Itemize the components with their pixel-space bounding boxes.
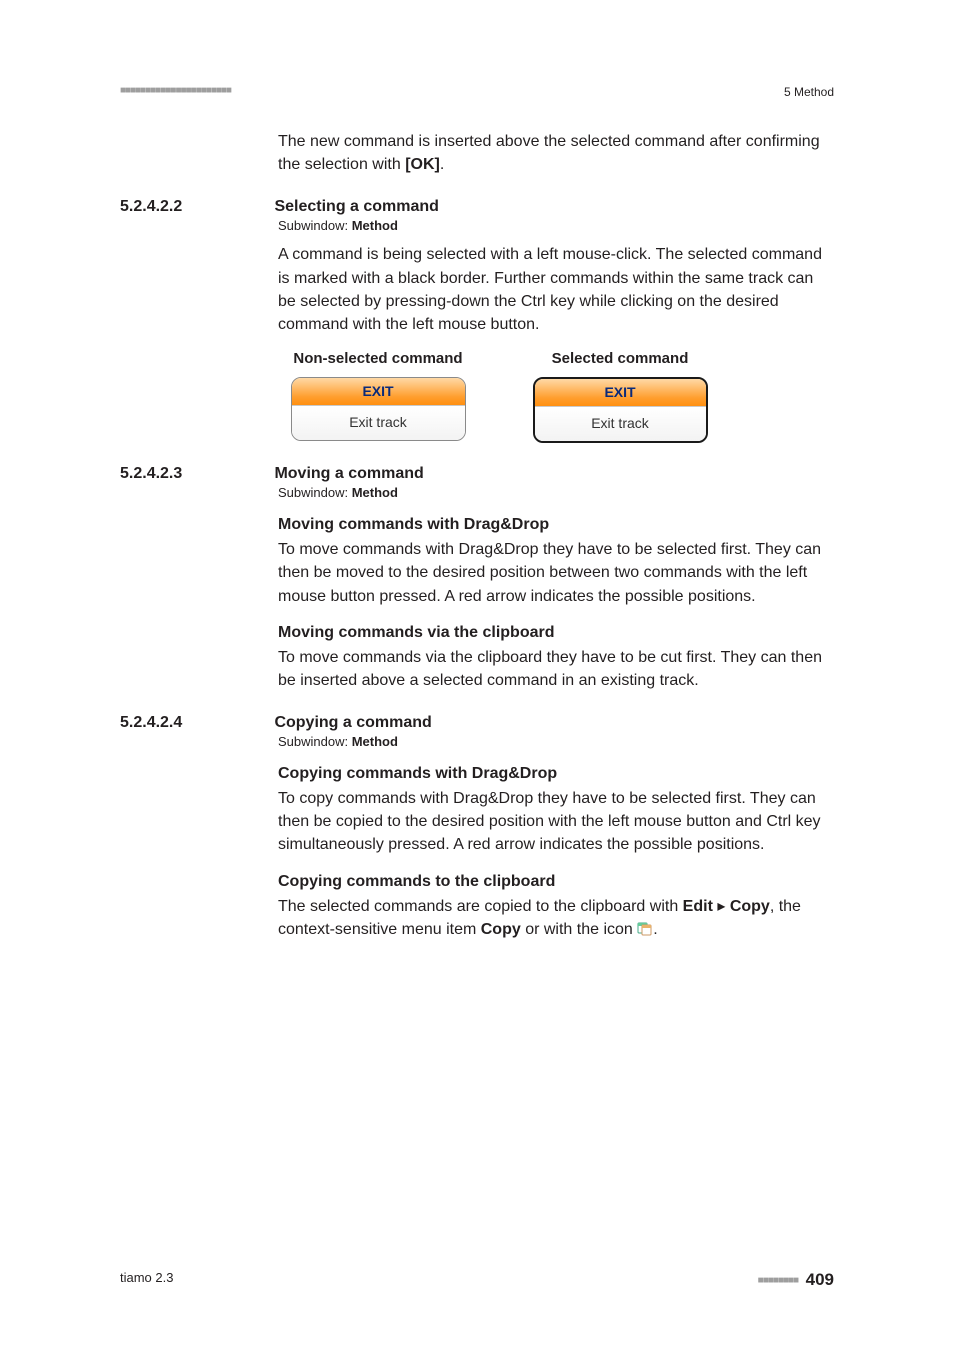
moving-dragdrop-paragraph: To move commands with Drag&Drop they hav… — [278, 538, 834, 608]
header-chapter: 5 Method — [784, 85, 834, 99]
command-top-label: EXIT — [535, 379, 706, 406]
command-bottom-label: Exit track — [292, 405, 465, 440]
selected-command-box: EXIT Exit track — [533, 377, 708, 443]
context-copy-label: Copy — [481, 921, 521, 938]
section-title: Copying a command — [274, 714, 431, 732]
page-header: ■■■■■■■■■■■■■■■■■■■■■■ 5 Method — [120, 85, 834, 99]
nonselected-command-box: EXIT Exit track — [291, 377, 466, 441]
section-heading-selecting: 5.2.4.2.2 Selecting a command — [120, 198, 834, 216]
command-col-nonselected: Non-selected command EXIT Exit track — [278, 350, 478, 443]
section-number: 5.2.4.2.2 — [120, 198, 270, 216]
section-heading-moving: 5.2.4.2.3 Moving a command — [120, 465, 834, 483]
copying-dragdrop-paragraph: To copy commands with Drag&Drop they hav… — [278, 787, 834, 857]
copying-clipboard-paragraph: The selected commands are copied to the … — [278, 895, 834, 941]
menu-copy-label: Copy — [730, 898, 770, 915]
subwindow-line-1: Subwindow: Method — [278, 218, 834, 233]
copy-icon — [637, 920, 653, 934]
subwindow-value: Method — [352, 218, 398, 233]
menu-edit-label: Edit — [683, 898, 713, 915]
selecting-paragraph: A command is being selected with a left … — [278, 243, 834, 336]
section-number: 5.2.4.2.4 — [120, 714, 270, 732]
moving-clipboard-heading: Moving commands via the clipboard — [278, 624, 834, 642]
subwindow-value: Method — [352, 734, 398, 749]
subwindow-label: Subwindow: — [278, 218, 352, 233]
command-top-label: EXIT — [292, 378, 465, 405]
footer-product: tiamo 2.3 — [120, 1270, 173, 1285]
header-stripes: ■■■■■■■■■■■■■■■■■■■■■■ — [120, 85, 231, 96]
command-col-selected: Selected command EXIT Exit track — [520, 350, 720, 443]
copy-text-1: The selected commands are copied to the … — [278, 898, 683, 915]
copy-text-3: or with the icon — [521, 921, 638, 938]
section-title: Selecting a command — [274, 198, 439, 216]
subwindow-line-3: Subwindow: Method — [278, 734, 834, 749]
moving-clipboard-paragraph: To move commands via the clipboard they … — [278, 646, 834, 692]
section-heading-copying: 5.2.4.2.4 Copying a command — [120, 714, 834, 732]
selected-header: Selected command — [520, 350, 720, 367]
intro-text-2: . — [440, 156, 444, 173]
command-comparison-row: Non-selected command EXIT Exit track Sel… — [278, 350, 834, 443]
subwindow-line-2: Subwindow: Method — [278, 485, 834, 500]
menu-separator: ▸ — [713, 898, 730, 915]
section-number: 5.2.4.2.3 — [120, 465, 270, 483]
moving-dragdrop-heading: Moving commands with Drag&Drop — [278, 516, 834, 534]
section-title: Moving a command — [274, 465, 423, 483]
footer-page-number: 409 — [806, 1270, 834, 1289]
copying-clipboard-heading: Copying commands to the clipboard — [278, 873, 834, 891]
page-footer: tiamo 2.3 ■■■■■■■■ 409 — [120, 1270, 834, 1290]
copying-dragdrop-heading: Copying commands with Drag&Drop — [278, 765, 834, 783]
intro-paragraph: The new command is inserted above the se… — [278, 130, 834, 176]
intro-text-1: The new command is inserted above the se… — [278, 133, 820, 173]
command-bottom-label: Exit track — [535, 406, 706, 441]
intro-ok-label: [OK] — [405, 156, 440, 173]
subwindow-label: Subwindow: — [278, 734, 352, 749]
nonselected-header: Non-selected command — [278, 350, 478, 367]
subwindow-label: Subwindow: — [278, 485, 352, 500]
subwindow-value: Method — [352, 485, 398, 500]
footer-stripes: ■■■■■■■■ — [758, 1275, 798, 1286]
copy-text-4: . — [653, 921, 657, 938]
